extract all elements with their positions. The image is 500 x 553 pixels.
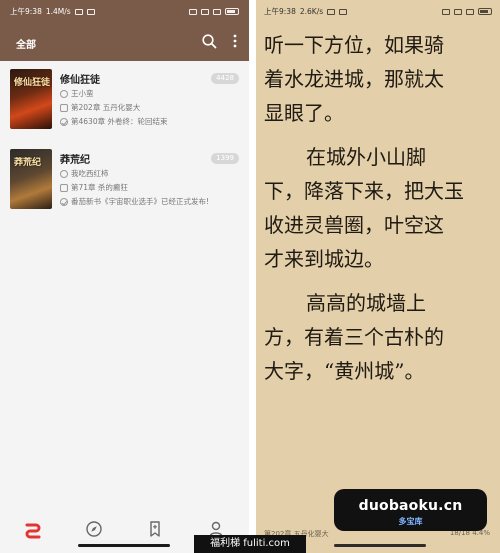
- text-line: 在城外小山脚: [306, 145, 426, 169]
- paragraph: 听一下方位，如果骑 着水龙进城，那就太 显眼了。: [264, 28, 494, 130]
- book-latest-row: 第202章 五丹化婴大: [60, 102, 140, 113]
- screen-divider: [249, 0, 256, 553]
- screenshot-frame: 上午9:38 1.4M/s 全部 修仙狂徒 修仙狂徒 4428 王小蛮 第202…: [0, 0, 500, 553]
- status-left: 上午9:38 1.4M/s: [10, 6, 95, 17]
- book-latest: 第202章 五丹化婴大: [71, 103, 141, 112]
- status-speed: 1.4M/s: [45, 7, 71, 16]
- status-time: 上午9:38: [10, 7, 42, 16]
- status-left: 上午9:38 2.6K/s: [264, 6, 348, 17]
- bookshelf-screen: 上午9:38 1.4M/s 全部 修仙狂徒 修仙狂徒 4428 王小蛮 第202…: [0, 0, 249, 553]
- watermark-name: 多宝库: [398, 517, 423, 526]
- author-icon: [60, 89, 68, 98]
- author-icon: [60, 169, 68, 178]
- book-title: 修仙狂徒: [60, 75, 100, 86]
- book-progress: 第4630章 外卷终：轮回结束: [71, 117, 168, 126]
- status-time: 上午9:38: [264, 7, 296, 16]
- nav-discover[interactable]: [84, 519, 104, 539]
- reader-content[interactable]: 听一下方位，如果骑 着水龙进城，那就太 显眼了。 在城外小山脚 下，降落下来，把…: [264, 28, 494, 388]
- status-bar-right: 上午9:38 2.6K/s: [256, 0, 500, 18]
- notification-icon: [86, 8, 95, 15]
- book-cover-title: 修仙狂徒: [14, 78, 51, 88]
- text-line: 方，有着三个古朴的: [264, 325, 444, 349]
- book-latest-row: 第71章 杀的癫狂: [60, 182, 128, 193]
- wifi-icon: [466, 8, 474, 15]
- nav-bookmark[interactable]: [145, 519, 165, 539]
- battery-icon: [478, 8, 492, 15]
- book-count-badge: 1399: [211, 153, 239, 164]
- book-cover-title: 莽荒纪: [14, 158, 42, 168]
- book-progress-row: 第4630章 外卷终：轮回结束: [60, 116, 167, 127]
- more-vertical-icon: [233, 34, 237, 48]
- book-latest: 第71章 杀的癫狂: [71, 183, 128, 192]
- chapter-icon: [60, 183, 68, 192]
- text-line: 听一下方位，如果骑: [264, 33, 444, 57]
- book-item[interactable]: 莽荒纪 莽荒纪 1399 我吃西红柿 第71章 杀的癫狂 番茄新书《宇宙职业选手…: [0, 141, 249, 221]
- bluetooth-icon: [189, 8, 197, 15]
- book-author-row: 我吃西红柿: [60, 168, 109, 179]
- book-progress-row: 番茄新书《宇宙职业选手》已经正式发布!: [60, 196, 209, 207]
- text-line: 大字，“黄州城”。: [264, 359, 425, 383]
- status-right: [189, 8, 239, 15]
- book-item[interactable]: 修仙狂徒 修仙狂徒 4428 王小蛮 第202章 五丹化婴大 第4630章 外卷…: [0, 61, 249, 141]
- home-indicator: [78, 544, 170, 547]
- book-title: 莽荒纪: [60, 155, 90, 166]
- book-author: 王小蛮: [71, 89, 94, 98]
- progress-icon: [60, 197, 68, 206]
- battery-icon: [225, 8, 239, 15]
- site-strip: 福利梯 fuliti.com: [194, 535, 306, 553]
- reader-screen: 上午9:38 2.6K/s 听一下方位，如果骑 着水龙进城，那就太 显眼了。 在…: [256, 0, 500, 553]
- home-indicator: [334, 544, 426, 547]
- wifi-icon: [213, 8, 221, 15]
- text-line: 下，降落下来，把大玉: [264, 179, 464, 203]
- watermark-badge: duobaoku.cn 多宝库: [334, 489, 487, 531]
- discover-icon: [86, 521, 102, 537]
- app-top-bar: 上午9:38 1.4M/s 全部: [0, 0, 249, 61]
- status-right: [442, 8, 492, 15]
- alarm-icon: [74, 8, 83, 15]
- bookmark-icon: [150, 521, 160, 537]
- book-author: 我吃西红柿: [71, 169, 109, 178]
- nav-bookshelf[interactable]: [23, 519, 43, 539]
- alarm-icon: [327, 8, 336, 15]
- more-options-button[interactable]: [229, 33, 241, 49]
- text-line: 收进灵兽圈，叶空这: [264, 213, 444, 237]
- book-cover: 修仙狂徒: [10, 69, 52, 129]
- book-list: 修仙狂徒 修仙狂徒 4428 王小蛮 第202章 五丹化婴大 第4630章 外卷…: [0, 61, 249, 221]
- text-line: 高高的城墙上: [306, 291, 426, 315]
- text-line: 着水龙进城，那就太: [264, 67, 444, 91]
- status-speed: 2.6K/s: [299, 7, 324, 16]
- notification-icon: [339, 8, 348, 15]
- signal-icon: [454, 8, 462, 15]
- book-author-row: 王小蛮: [60, 88, 94, 99]
- search-button[interactable]: [201, 33, 217, 49]
- search-icon: [202, 34, 217, 49]
- book-progress: 番茄新书《宇宙职业选手》已经正式发布!: [71, 197, 210, 206]
- text-line: 才来到城边。: [264, 247, 384, 271]
- bluetooth-icon: [442, 8, 450, 15]
- signal-icon: [201, 8, 209, 15]
- book-cover: 莽荒纪: [10, 149, 52, 209]
- bookshelf-icon: [25, 523, 41, 539]
- progress-icon: [60, 117, 68, 126]
- text-line: 显眼了。: [264, 101, 344, 125]
- status-bar-left: 上午9:38 1.4M/s: [0, 0, 249, 18]
- chapter-icon: [60, 103, 68, 112]
- book-count-badge: 4428: [211, 73, 239, 84]
- paragraph: 在城外小山脚 下，降落下来，把大玉 收进灵兽圈，叶空这 才来到城边。: [264, 140, 494, 276]
- watermark-domain: duobaoku.cn: [358, 498, 463, 514]
- paragraph: 高高的城墙上 方，有着三个古朴的 大字，“黄州城”。: [264, 286, 494, 388]
- tab-all[interactable]: 全部: [16, 36, 36, 51]
